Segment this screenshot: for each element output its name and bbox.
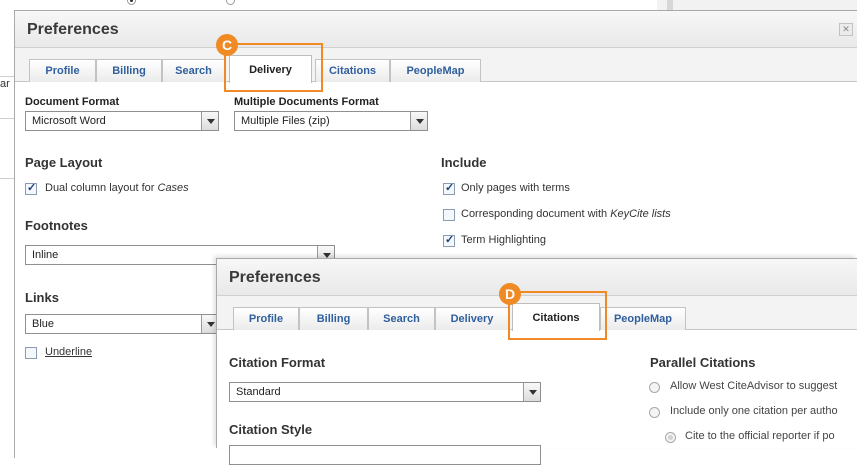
preferences-dialog-citations: Preferences Profile Billing Search Deliv…	[216, 258, 857, 465]
only-pages-with-terms-checkbox[interactable]	[443, 181, 455, 195]
official-reporter-label: Cite to the official reporter if po	[685, 430, 835, 442]
underline-label[interactable]: Underline	[45, 346, 92, 358]
parallel-citations-heading: Parallel Citations	[650, 355, 756, 370]
multiple-documents-format-label: Multiple Documents Format	[234, 96, 379, 108]
footnotes-heading: Footnotes	[25, 218, 88, 233]
citation-style-heading: Citation Style	[229, 422, 313, 437]
background-radio-strip	[14, 0, 857, 10]
delivery-tab-highlight	[224, 43, 323, 92]
multiple-documents-format-select[interactable]: Multiple Files (zip)	[234, 111, 428, 131]
tab-peoplemap[interactable]: PeopleMap	[600, 307, 686, 330]
dual-column-checkbox[interactable]	[25, 181, 37, 195]
tab-delivery[interactable]: Delivery	[435, 307, 509, 330]
official-reporter-radio[interactable]	[665, 432, 676, 443]
divider	[0, 178, 14, 179]
dual-column-label: Dual column layout for Cases	[45, 182, 189, 194]
chevron-down-icon	[410, 112, 427, 130]
allow-citeadvisor-label: Allow West CiteAdvisor to suggest	[670, 380, 838, 392]
citation-style-select[interactable]	[229, 445, 541, 465]
links-color-select[interactable]: Blue	[25, 314, 219, 334]
one-citation-per-author-radio[interactable]	[649, 407, 660, 418]
dialog-title: Preferences	[27, 21, 119, 38]
allow-citeadvisor-radio[interactable]	[649, 382, 660, 393]
tab-peoplemap[interactable]: PeopleMap	[390, 59, 481, 82]
document-format-label: Document Format	[25, 96, 120, 108]
tab-billing[interactable]: Billing	[299, 307, 368, 330]
close-icon[interactable]: ✕	[839, 23, 853, 36]
keycite-document-checkbox[interactable]	[443, 209, 455, 221]
background-window: ar	[0, 0, 14, 448]
tab-search[interactable]: Search	[368, 307, 435, 330]
background-text: ar	[0, 78, 10, 90]
tab-search[interactable]: Search	[162, 59, 225, 82]
tab-citations[interactable]: Citations	[315, 59, 390, 82]
chevron-down-icon	[523, 383, 540, 401]
divider	[0, 76, 14, 77]
keycite-document-label: Corresponding document with KeyCite list…	[461, 208, 671, 220]
only-pages-with-terms-label: Only pages with terms	[461, 182, 570, 194]
chevron-down-icon	[201, 112, 218, 130]
page-layout-heading: Page Layout	[25, 155, 103, 170]
tab-bar: Profile Billing Search Delivery Citation…	[15, 48, 857, 83]
citations-tab-highlight	[508, 291, 607, 340]
tab-profile[interactable]: Profile	[29, 59, 96, 82]
links-heading: Links	[25, 290, 59, 305]
include-heading: Include	[441, 155, 487, 170]
term-highlighting-checkbox[interactable]	[443, 233, 455, 247]
tab-billing[interactable]: Billing	[96, 59, 162, 82]
one-citation-per-author-label: Include only one citation per autho	[670, 405, 838, 417]
callout-marker-d: D	[499, 283, 521, 305]
background-radio-selected	[127, 0, 136, 5]
document-format-select[interactable]: Microsoft Word	[25, 111, 219, 131]
divider	[0, 118, 14, 119]
citation-format-select[interactable]: Standard	[229, 382, 541, 402]
term-highlighting-label: Term Highlighting	[461, 234, 546, 246]
callout-marker-c: C	[216, 34, 238, 56]
underline-checkbox[interactable]	[25, 347, 37, 359]
dialog-titlebar: Preferences ✕	[15, 11, 857, 48]
dialog-title: Preferences	[229, 269, 321, 286]
citation-format-heading: Citation Format	[229, 355, 326, 370]
background-scrollbar	[657, 0, 857, 10]
tab-profile[interactable]: Profile	[233, 307, 299, 330]
background-radio	[226, 0, 235, 5]
